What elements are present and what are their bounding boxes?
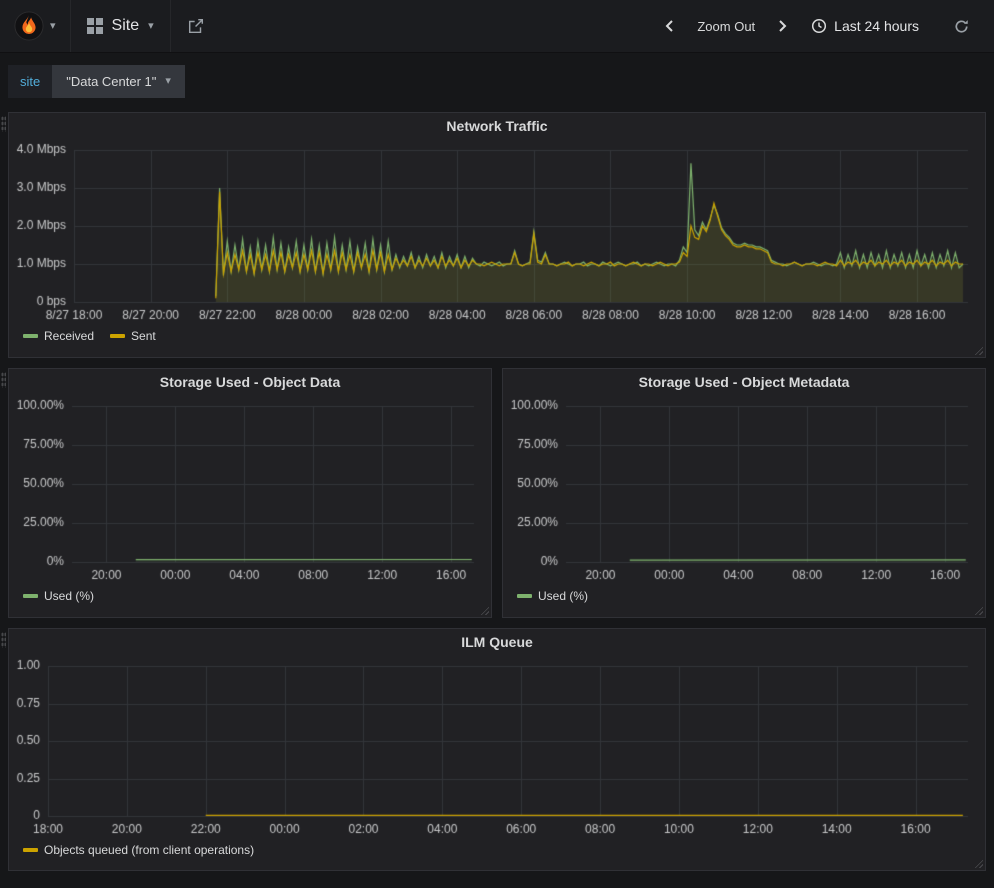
chevron-down-icon: ▾ [50,21,56,32]
time-range-picker-button[interactable]: Last 24 hours [799,12,931,40]
legend-label: Received [44,329,94,343]
panel-ilm-queue: ILM Queue Objects queued (from client op… [8,628,986,871]
dashboard-row-3: ILM Queue Objects queued (from client op… [8,628,986,871]
navbar-left: ▾ Site ▾ [0,0,221,52]
legend-swatch-icon [23,848,38,852]
grafana-menu-button[interactable]: ▾ [0,11,70,41]
legend-item[interactable]: Used (%) [23,589,94,603]
legend-swatch-icon [110,334,125,338]
panel-title-network-traffic[interactable]: Network Traffic [9,113,985,140]
share-dashboard-button[interactable] [171,0,221,52]
row-drag-handle[interactable] [1,372,6,388]
legend-label: Objects queued (from client operations) [44,843,254,857]
time-shift-back-button[interactable] [657,12,683,40]
legend-label: Used (%) [538,589,588,603]
panel-storage-object-data: Storage Used - Object Data Used (%) [8,368,492,618]
legend-swatch-icon [23,594,38,598]
chevron-down-icon: ▾ [165,76,171,87]
panel-network-traffic: Network Traffic Received Sent [8,112,986,358]
grafana-logo-icon [14,11,44,41]
ilm-queue-chart[interactable] [12,656,982,840]
variable-bar: site "Data Center 1" ▾ [0,53,994,112]
dashboard: Network Traffic Received Sent Storage Use… [0,112,994,871]
legend-item[interactable]: Used (%) [517,589,588,603]
panel-resize-handle[interactable] [972,604,983,615]
variable-value-dropdown[interactable]: "Data Center 1" ▾ [52,65,185,98]
panel-storage-object-metadata: Storage Used - Object Metadata Used (%) [502,368,986,618]
legend-swatch-icon [517,594,532,598]
panel-title-storage-object-data[interactable]: Storage Used - Object Data [9,369,491,396]
network-traffic-chart[interactable] [12,140,982,326]
zoom-out-button[interactable]: Zoom Out [687,13,765,40]
panel-title-storage-object-metadata[interactable]: Storage Used - Object Metadata [503,369,985,396]
dashboard-picker-button[interactable]: Site ▾ [71,17,170,35]
zoom-out-label: Zoom Out [697,19,755,34]
row-drag-handle[interactable] [1,116,6,132]
storage-object-data-legend: Used (%) [9,586,491,603]
refresh-button[interactable] [943,12,980,41]
clock-icon [811,18,827,34]
legend-swatch-icon [23,334,38,338]
panel-resize-handle[interactable] [972,344,983,355]
legend-item[interactable]: Sent [110,329,156,343]
storage-object-metadata-chart[interactable] [506,396,982,586]
navbar: ▾ Site ▾ Zoom Out [0,0,994,53]
legend-item[interactable]: Received [23,329,94,343]
template-variable: site "Data Center 1" ▾ [8,65,185,98]
panel-resize-handle[interactable] [478,604,489,615]
variable-value-text: "Data Center 1" [66,74,156,89]
legend-label: Sent [131,329,156,343]
variable-label: site [8,65,52,98]
apps-grid-icon [87,18,103,34]
legend-item[interactable]: Objects queued (from client operations) [23,843,254,857]
dashboard-row-1: Network Traffic Received Sent [8,112,986,358]
panel-resize-handle[interactable] [972,857,983,868]
dashboard-row-2: Storage Used - Object Data Used (%) Stor… [8,368,986,618]
ilm-queue-legend: Objects queued (from client operations) [9,840,985,857]
navbar-right: Zoom Out Last 24 hours [657,0,994,52]
panel-title-ilm-queue[interactable]: ILM Queue [9,629,985,656]
dashboard-title: Site [112,17,140,35]
chevron-down-icon: ▾ [148,21,154,32]
network-traffic-legend: Received Sent [9,326,985,343]
share-icon [187,17,205,35]
row-drag-handle[interactable] [1,632,6,648]
refresh-icon [953,18,970,35]
time-range-label: Last 24 hours [834,18,919,34]
legend-label: Used (%) [44,589,94,603]
storage-object-data-chart[interactable] [12,396,488,586]
chevron-left-icon [663,18,677,34]
chevron-right-icon [775,18,789,34]
time-shift-forward-button[interactable] [769,12,795,40]
storage-object-metadata-legend: Used (%) [503,586,985,603]
